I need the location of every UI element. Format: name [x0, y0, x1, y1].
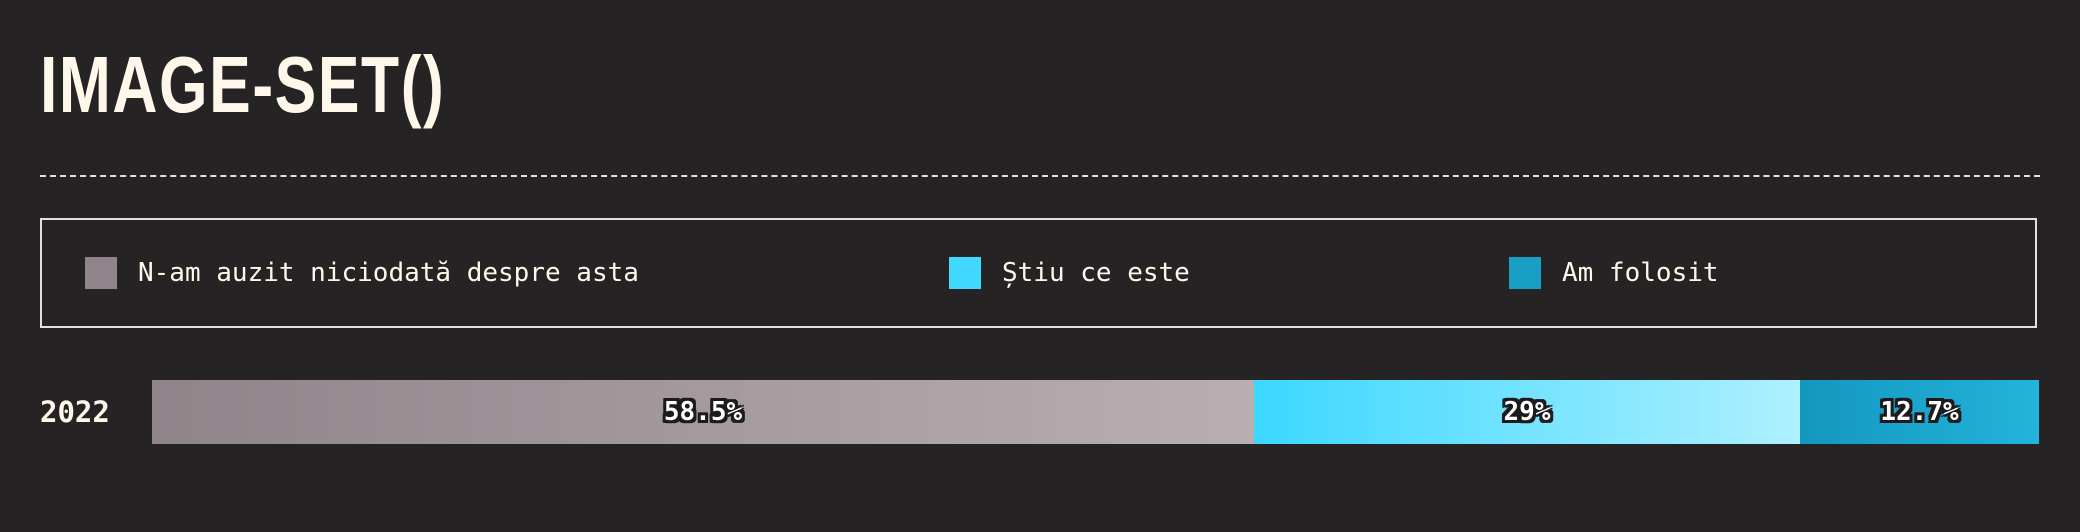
legend-swatch-used-it — [1509, 257, 1541, 289]
bar-label-never-heard: 58.5% — [663, 397, 743, 427]
legend-item-know-what-it-is[interactable]: Știu ce este — [949, 220, 1190, 326]
legend-label-used-it: Am folosit — [1562, 258, 1719, 288]
row-label-year: 2022 — [40, 395, 110, 429]
legend-label-never-heard: N-am auzit niciodată despre asta — [138, 258, 639, 288]
dashed-divider — [40, 175, 2040, 177]
stacked-bar: 58.5% 29% 12.7% — [152, 380, 2039, 444]
legend-swatch-never-heard — [85, 257, 117, 289]
bar-segment-never-heard[interactable]: 58.5% — [152, 380, 1254, 444]
legend-item-never-heard[interactable]: N-am auzit niciodată despre asta — [85, 220, 639, 326]
legend: N-am auzit niciodată despre asta Știu ce… — [40, 218, 2037, 328]
chart-title: IMAGE-SET() — [40, 40, 446, 129]
bar-segment-used-it[interactable]: 12.7% — [1800, 380, 2039, 444]
bar-label-know-what-it-is: 29% — [1503, 397, 1551, 427]
legend-item-used-it[interactable]: Am folosit — [1509, 220, 1719, 326]
bar-segment-know-what-it-is[interactable]: 29% — [1254, 380, 1800, 444]
legend-swatch-know-what-it-is — [949, 257, 981, 289]
bar-label-used-it: 12.7% — [1880, 397, 1959, 427]
legend-label-know-what-it-is: Știu ce este — [1002, 258, 1190, 288]
